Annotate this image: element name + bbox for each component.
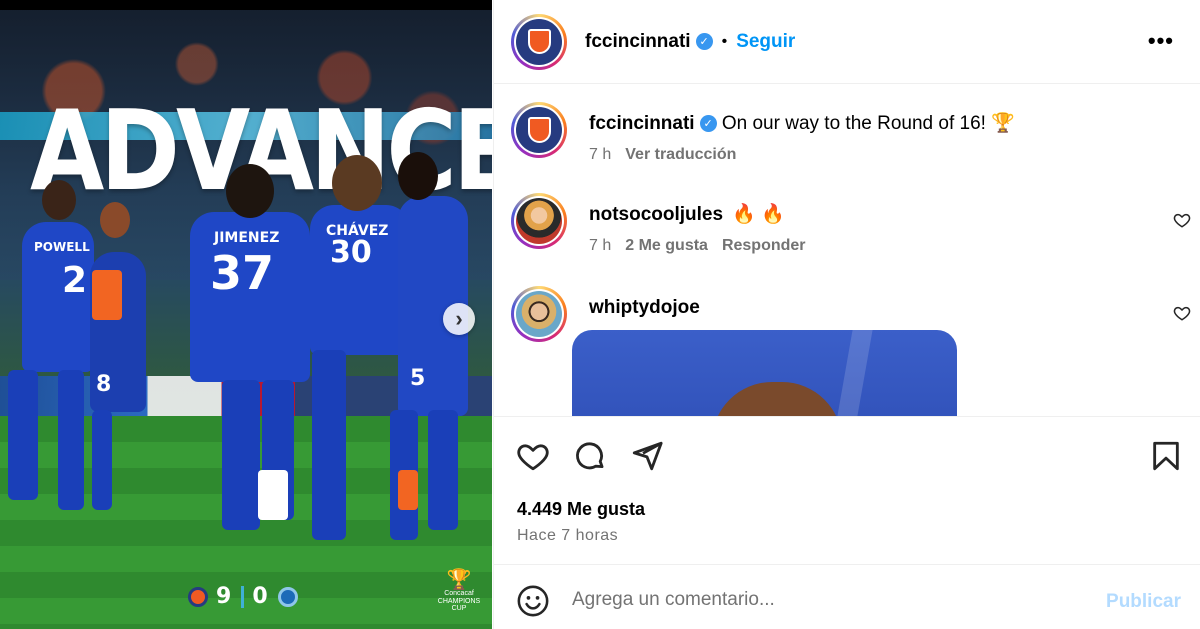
scoreline: 9 0: [188, 584, 298, 609]
score-divider: [241, 585, 245, 608]
post-panel: fccincinnati ✓ • Seguir ••• fccincinnati…: [493, 0, 1200, 629]
comment-username[interactable]: whiptydojoe: [589, 297, 700, 318]
player-powell: POWELL 2: [22, 180, 94, 372]
next-image-button[interactable]: ›: [443, 303, 475, 335]
reply-button[interactable]: Responder: [722, 237, 806, 255]
comment-text: 🔥 🔥: [732, 204, 785, 225]
comment-bubble-icon[interactable]: [573, 439, 607, 473]
commenter-avatar[interactable]: [511, 193, 567, 249]
caption-username[interactable]: fccincinnati: [589, 113, 695, 134]
player-number: 37: [210, 246, 275, 300]
like-comment-icon[interactable]: [1173, 211, 1191, 229]
player-number: 8: [96, 372, 112, 397]
emoji-icon[interactable]: [516, 584, 550, 618]
caption: fccincinnati ✓ On our way to the Round of…: [511, 102, 1191, 182]
comment-likes[interactable]: 2 Me gusta: [625, 237, 708, 255]
home-score: 9: [216, 584, 234, 609]
fcc-badge-icon: [188, 586, 208, 607]
chevron-right-icon: ›: [455, 306, 463, 331]
likes-count[interactable]: 4.449 Me gusta: [517, 499, 645, 520]
avatar: [516, 198, 562, 244]
caption-time: 7 h: [589, 146, 612, 163]
verified-badge-icon: ✓: [695, 33, 713, 50]
champions-cup-logo: 🏆 Concacaf CHAMPIONS CUP: [434, 570, 484, 613]
player-leg: [8, 370, 38, 500]
fcc-logo-icon: [516, 18, 562, 65]
comment-item: notsocooljules 🔥 🔥 7 h 2 Me gusta Respon…: [511, 193, 1191, 273]
player-sock: [398, 470, 418, 510]
like-comment-icon[interactable]: [1173, 304, 1191, 322]
player-leg: [92, 410, 112, 510]
translate-link[interactable]: Ver traducción: [625, 146, 736, 164]
player-jimenez: JIMENEZ 37: [190, 164, 310, 382]
player-leg: [222, 380, 260, 530]
action-bar: 4.449 Me gusta Hace 7 horas: [494, 416, 1200, 564]
player-leg: [428, 410, 458, 530]
comment-username[interactable]: notsocooljules: [589, 204, 723, 225]
save-bookmark-icon[interactable]: [1149, 439, 1183, 473]
player-chavez: CHÁVEZ 30: [310, 155, 410, 355]
opponent-badge-icon: [277, 586, 298, 607]
share-icon[interactable]: [630, 439, 664, 473]
author-avatar[interactable]: [511, 13, 567, 70]
post-image[interactable]: ADVANCED POWELL 2 8 JIMENEZ 37 CHÁVEZ 30…: [0, 0, 492, 629]
comment-composer: Publicar: [494, 564, 1200, 629]
comment-time: 7 h: [589, 237, 612, 254]
caption-text: On our way to the Round of 16! 🏆: [721, 113, 1015, 134]
commenter-avatar[interactable]: [511, 286, 567, 342]
player-leg: [58, 370, 84, 510]
post-header: fccincinnati ✓ • Seguir •••: [494, 0, 1200, 84]
trophy-icon: 🏆: [446, 569, 472, 591]
follow-button[interactable]: Seguir: [736, 31, 795, 53]
player-number: 5: [410, 366, 426, 391]
verified-badge-icon: ✓: [699, 115, 717, 133]
fcc-logo-icon: [516, 107, 562, 153]
player-leg: [312, 350, 346, 540]
avatar: [516, 291, 562, 337]
publish-button[interactable]: Publicar: [1106, 591, 1181, 613]
player-sock: [92, 270, 122, 320]
top-bar: [0, 0, 492, 10]
comment-input[interactable]: [572, 583, 1092, 617]
author-username[interactable]: fccincinnati: [585, 31, 691, 53]
caption-avatar[interactable]: [511, 102, 567, 158]
player-number: 2: [62, 260, 88, 301]
champions-cup-text: Concacaf CHAMPIONS CUP: [437, 590, 481, 613]
player-sock: [258, 470, 288, 520]
away-score: 0: [252, 584, 270, 609]
more-options-icon[interactable]: •••: [1148, 30, 1174, 52]
player-name: POWELL: [34, 240, 90, 254]
player-name: JIMENEZ: [214, 230, 280, 246]
comment-gif[interactable]: [572, 330, 957, 416]
like-heart-icon[interactable]: [516, 439, 550, 473]
comments-list[interactable]: fccincinnati ✓ On our way to the Round of…: [494, 85, 1200, 416]
post-timestamp[interactable]: Hace 7 horas: [517, 527, 618, 545]
separator-dot: •: [721, 32, 728, 50]
player-number: 30: [330, 235, 372, 270]
